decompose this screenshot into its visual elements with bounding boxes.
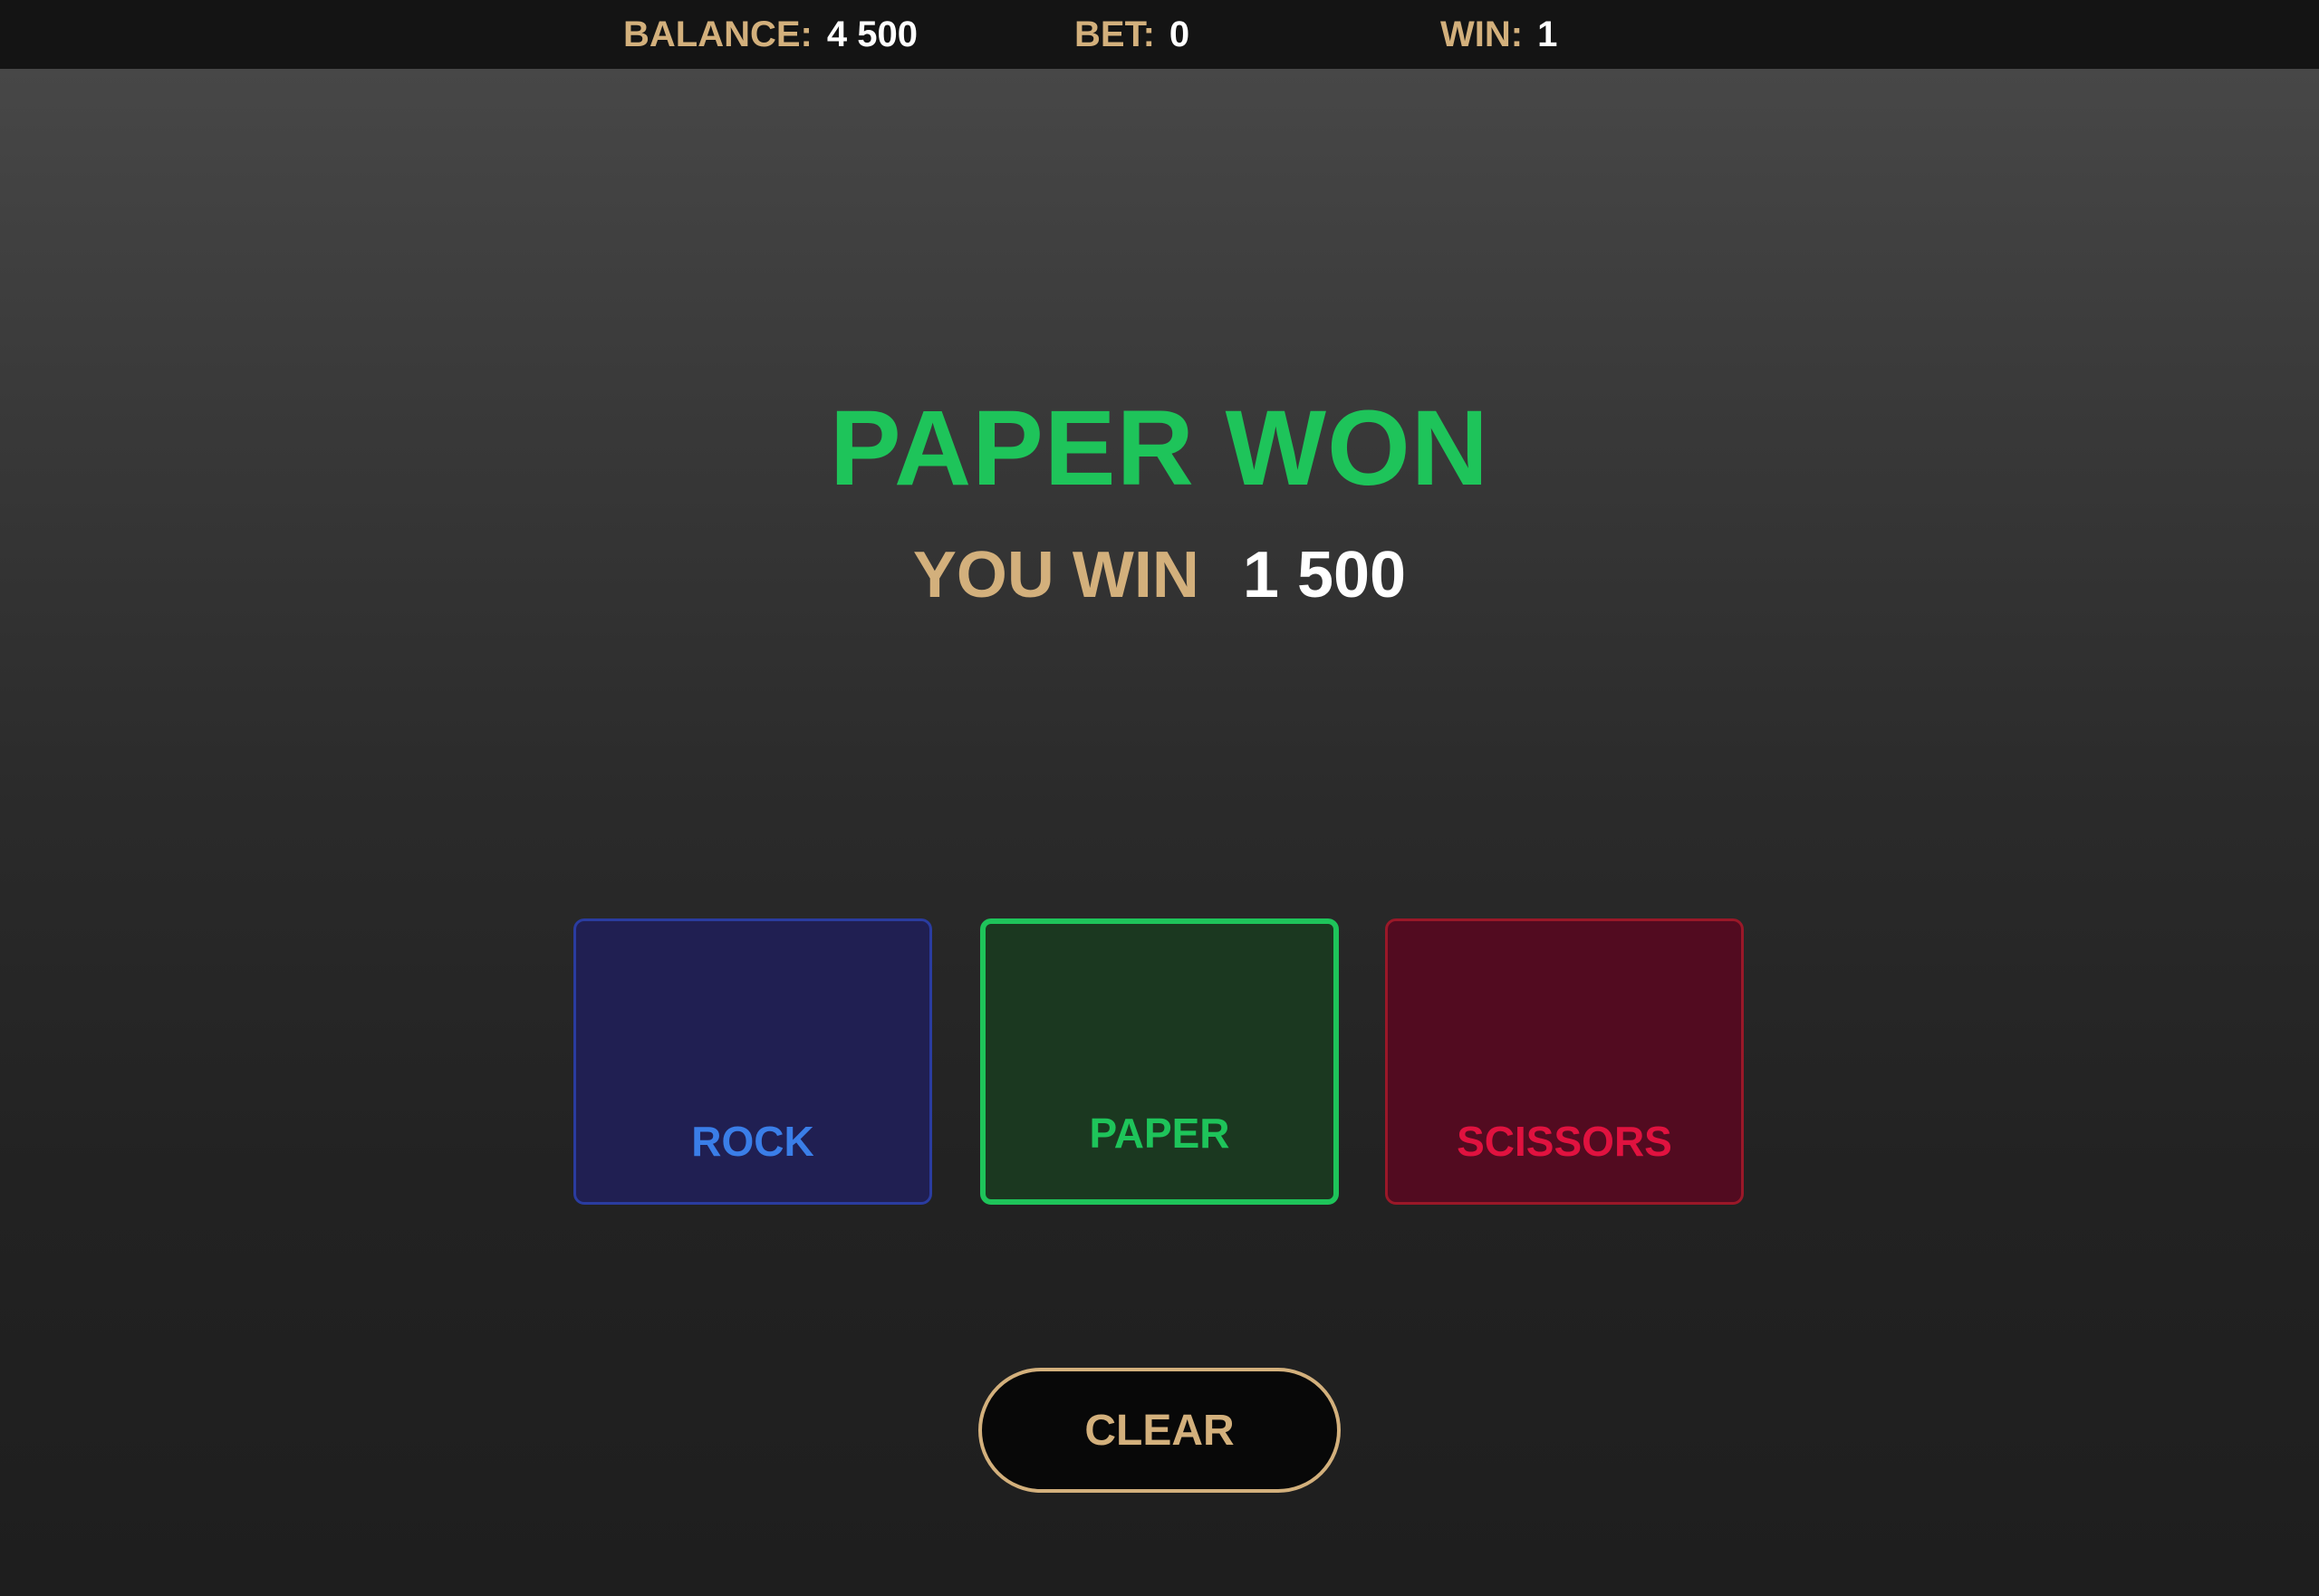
win-label: WIN:	[1440, 14, 1524, 54]
rock-choice-button[interactable]: ROCK	[573, 918, 932, 1205]
win-value: 1	[1537, 14, 1558, 54]
win-stat: WIN: 1	[1440, 0, 1557, 69]
balance-value: 4 500	[826, 14, 918, 54]
top-status-bar: BALANCE: 4 500 BET: 0 WIN: 1	[0, 0, 2319, 69]
win-amount-value: 1 500	[1242, 539, 1407, 611]
bet-value: 0	[1169, 14, 1190, 54]
scissors-choice-label: SCISSORS	[1457, 1118, 1672, 1165]
you-win-label: YOU WIN	[912, 539, 1199, 611]
clear-button[interactable]: CLEAR	[978, 1368, 1341, 1493]
paper-choice-button[interactable]: PAPER	[980, 918, 1339, 1205]
bet-stat: BET: 0	[1074, 0, 1189, 69]
scissors-choice-button[interactable]: SCISSORS	[1385, 918, 1744, 1205]
balance-label: BALANCE:	[623, 14, 813, 54]
balance-stat: BALANCE: 4 500	[623, 0, 918, 69]
paper-choice-label: PAPER	[1089, 1110, 1230, 1157]
bet-label: BET:	[1074, 14, 1155, 54]
win-amount-line: YOU WIN 1 500	[0, 534, 2319, 616]
rock-choice-label: ROCK	[691, 1118, 814, 1165]
result-title: PAPER WON	[830, 389, 1489, 508]
game-screen: BALANCE: 4 500 BET: 0 WIN: 1 PAPER WON Y…	[0, 0, 2319, 1596]
